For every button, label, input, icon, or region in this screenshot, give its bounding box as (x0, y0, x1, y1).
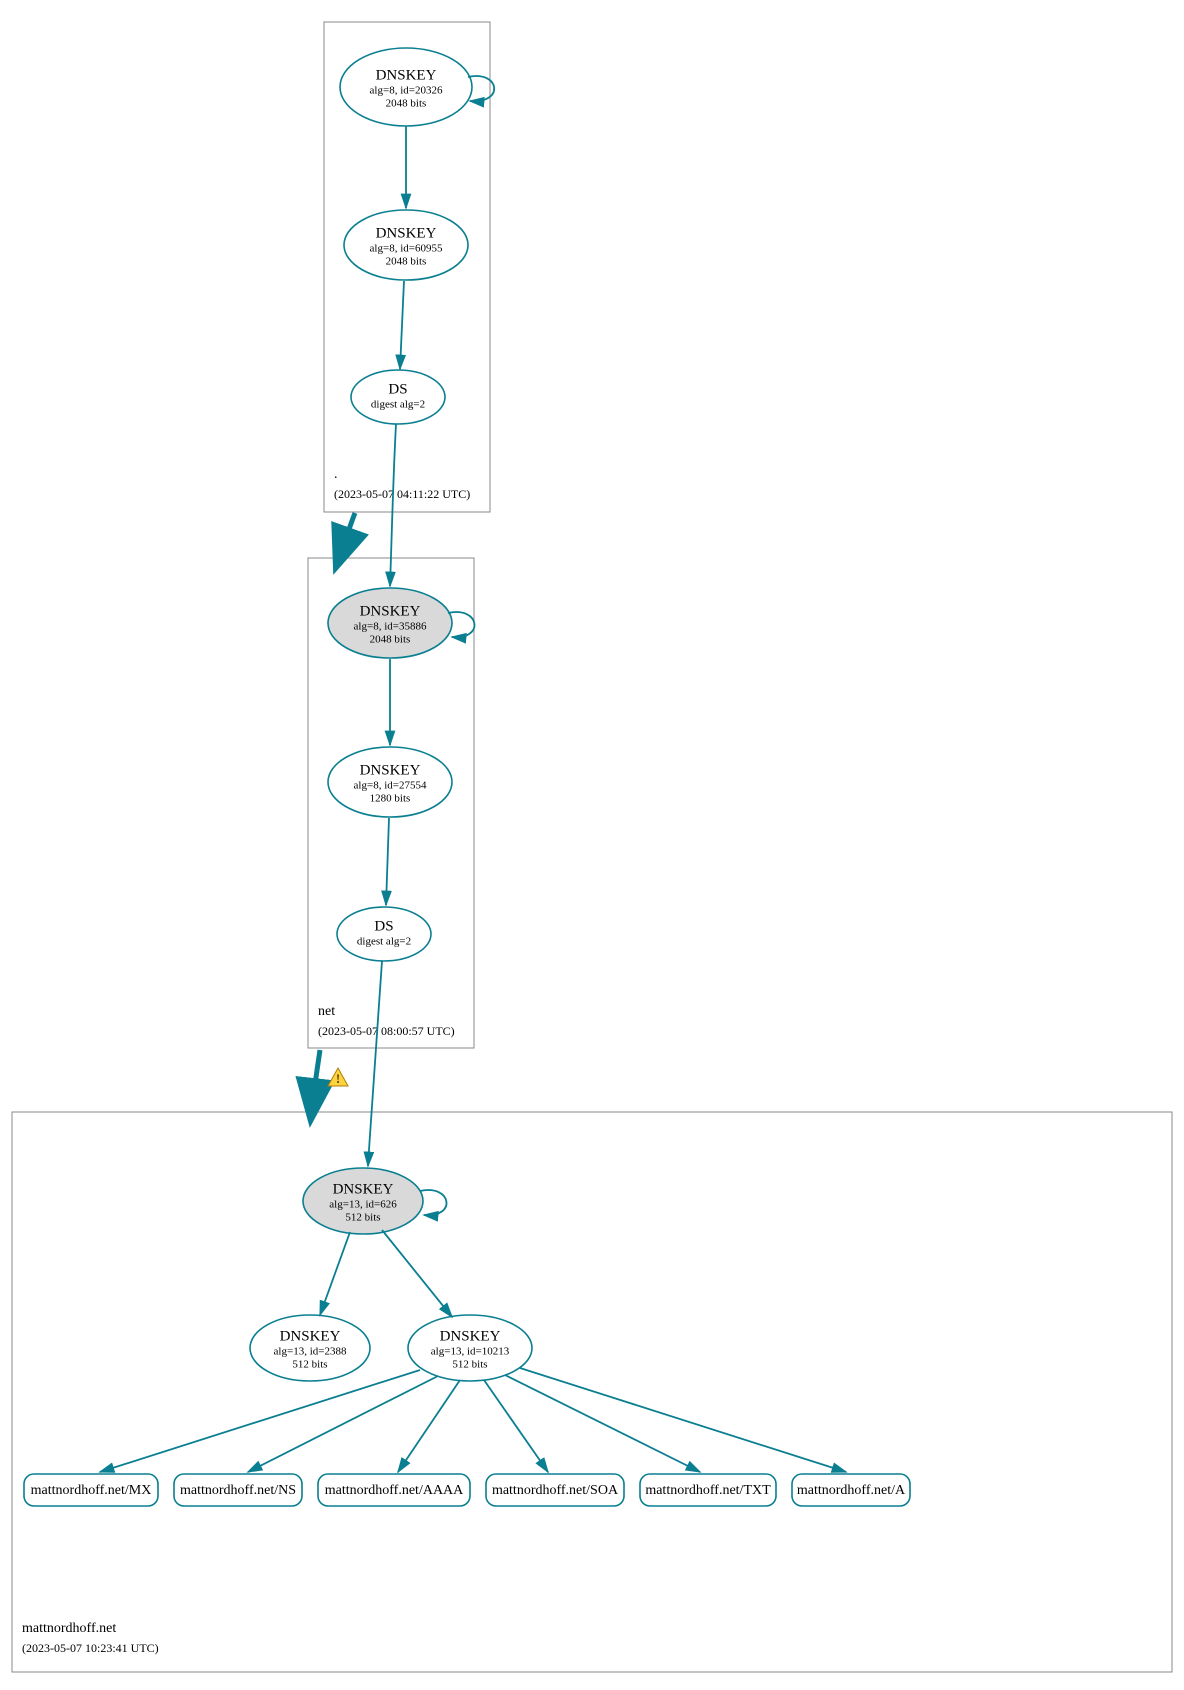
edge-zsk2-mx (100, 1370, 420, 1472)
node-root-ksk: DNSKEY alg=8, id=20326 2048 bits (340, 48, 472, 126)
svg-text:2048 bits: 2048 bits (386, 256, 427, 268)
edge-zsk2-ns (248, 1376, 438, 1472)
svg-text:DNSKEY: DNSKEY (376, 225, 437, 241)
node-domain-ksk: DNSKEY alg=13, id=626 512 bits (303, 1168, 423, 1234)
edge-zsk2-txt (505, 1375, 700, 1472)
svg-text:mattnordhoff.net/TXT: mattnordhoff.net/TXT (645, 1483, 771, 1498)
svg-text:2048 bits: 2048 bits (370, 634, 411, 646)
svg-text:512 bits: 512 bits (452, 1359, 487, 1371)
svg-text:digest alg=2: digest alg=2 (357, 936, 411, 948)
svg-text:DNSKEY: DNSKEY (376, 67, 437, 83)
self-loop-domain-ksk (420, 1190, 446, 1215)
edge-netzsk-netds (386, 818, 389, 905)
node-domain-zsk1: DNSKEY alg=13, id=2388 512 bits (250, 1315, 370, 1381)
svg-text:512 bits: 512 bits (345, 1212, 380, 1224)
svg-text:alg=8, id=20326: alg=8, id=20326 (370, 85, 443, 97)
svg-text:alg=8, id=60955: alg=8, id=60955 (370, 243, 443, 255)
zone-net-ts: (2023-05-07 08:00:57 UTC) (318, 1024, 455, 1038)
edge-domksk-zsk2 (382, 1230, 452, 1317)
svg-text:DS: DS (374, 918, 393, 934)
svg-text:mattnordhoff.net/SOA: mattnordhoff.net/SOA (492, 1483, 619, 1498)
node-net-ds: DS digest alg=2 (337, 907, 431, 961)
svg-text:512 bits: 512 bits (292, 1359, 327, 1371)
node-domain-zsk2: DNSKEY alg=13, id=10213 512 bits (408, 1315, 532, 1381)
svg-text:alg=8, id=35886: alg=8, id=35886 (354, 621, 427, 633)
svg-text:mattnordhoff.net/AAAA: mattnordhoff.net/AAAA (325, 1483, 464, 1498)
node-net-ksk: DNSKEY alg=8, id=35886 2048 bits (328, 588, 452, 658)
edge-rootds-netksk (390, 424, 396, 586)
svg-text:alg=13, id=2388: alg=13, id=2388 (274, 1346, 347, 1358)
edge-zsk2-aaaa (398, 1380, 460, 1472)
svg-text:DNSKEY: DNSKEY (333, 1181, 394, 1197)
zone-root-name: . (334, 467, 338, 482)
svg-text:digest alg=2: digest alg=2 (371, 399, 425, 411)
zone-domain-ts: (2023-05-07 10:23:41 UTC) (22, 1641, 159, 1655)
record-mx: mattnordhoff.net/MX (24, 1474, 158, 1506)
svg-text:mattnordhoff.net/A: mattnordhoff.net/A (797, 1483, 906, 1498)
edge-netds-domksk (368, 961, 382, 1166)
svg-text:DNSKEY: DNSKEY (280, 1328, 341, 1344)
edge-rootzsk-rootds (400, 281, 404, 369)
svg-text:DNSKEY: DNSKEY (440, 1328, 501, 1344)
record-txt: mattnordhoff.net/TXT (640, 1474, 776, 1506)
zone-domain (12, 1112, 1172, 1672)
svg-text:1280 bits: 1280 bits (370, 793, 411, 805)
warning-icon: ! (328, 1068, 348, 1086)
record-soa: mattnordhoff.net/SOA (486, 1474, 624, 1506)
zone-edge-root-net (340, 513, 355, 556)
zone-domain-name: mattnordhoff.net (22, 1621, 116, 1636)
zone-edge-net-domain (312, 1050, 320, 1108)
svg-text:alg=13, id=10213: alg=13, id=10213 (431, 1346, 510, 1358)
svg-text:alg=8, id=27554: alg=8, id=27554 (354, 780, 427, 792)
edge-zsk2-soa (484, 1380, 548, 1472)
svg-text:mattnordhoff.net/NS: mattnordhoff.net/NS (180, 1483, 296, 1498)
svg-text:2048 bits: 2048 bits (386, 98, 427, 110)
record-aaaa: mattnordhoff.net/AAAA (318, 1474, 470, 1506)
edge-domksk-zsk1 (320, 1232, 350, 1315)
svg-text:!: ! (336, 1071, 340, 1086)
node-net-zsk: DNSKEY alg=8, id=27554 1280 bits (328, 747, 452, 817)
svg-text:DNSKEY: DNSKEY (360, 762, 421, 778)
zone-root-ts: (2023-05-07 04:11:22 UTC) (334, 487, 470, 501)
svg-text:mattnordhoff.net/MX: mattnordhoff.net/MX (31, 1483, 152, 1498)
svg-text:alg=13, id=626: alg=13, id=626 (329, 1199, 397, 1211)
record-a: mattnordhoff.net/A (792, 1474, 910, 1506)
zone-net-name: net (318, 1004, 335, 1019)
record-ns: mattnordhoff.net/NS (174, 1474, 302, 1506)
node-root-zsk: DNSKEY alg=8, id=60955 2048 bits (344, 210, 468, 280)
svg-text:DNSKEY: DNSKEY (360, 603, 421, 619)
node-root-ds: DS digest alg=2 (351, 370, 445, 424)
svg-text:DS: DS (388, 381, 407, 397)
edge-zsk2-a (520, 1368, 846, 1472)
